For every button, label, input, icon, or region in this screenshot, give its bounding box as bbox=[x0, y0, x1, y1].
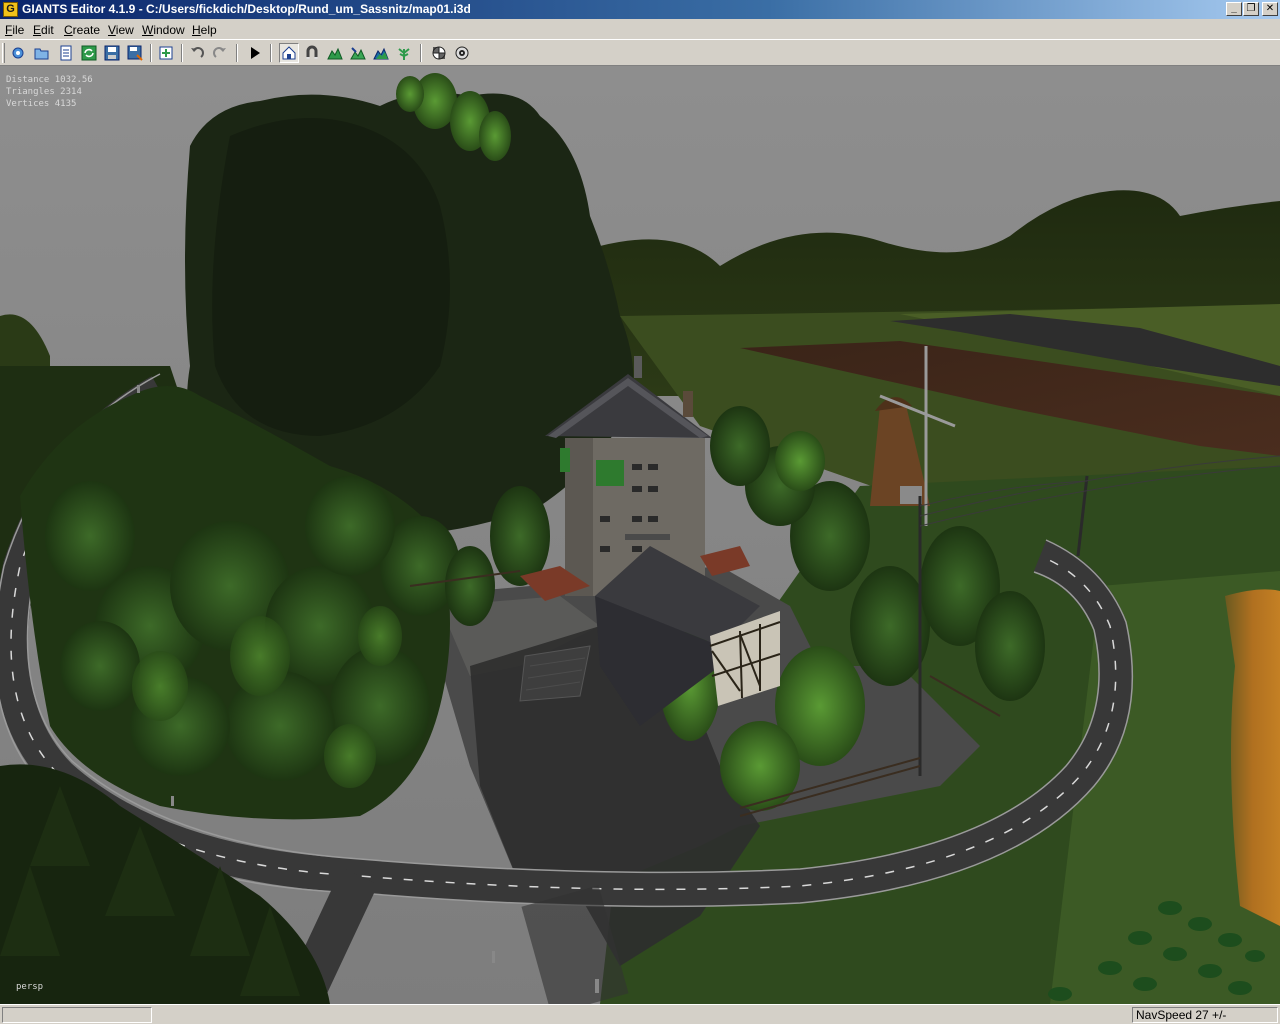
stat-triangles: Triangles 2314 bbox=[6, 87, 82, 97]
restore-button[interactable]: ❐ bbox=[1243, 2, 1259, 16]
menu-edit[interactable]: Edit bbox=[33, 22, 54, 38]
close-button[interactable]: ✕ bbox=[1262, 2, 1278, 16]
play-icon[interactable] bbox=[245, 43, 265, 63]
refresh-icon[interactable] bbox=[79, 43, 99, 63]
toolbar-separator bbox=[236, 44, 238, 62]
toolbar bbox=[0, 39, 1280, 66]
menu-view[interactable]: View bbox=[108, 22, 134, 38]
menu-file[interactable]: File bbox=[5, 22, 24, 38]
title-bar[interactable]: G GIANTS Editor 4.1.9 - C:/Users/fickdic… bbox=[0, 0, 1280, 19]
status-navspeed: NavSpeed 27 +/- bbox=[1132, 1007, 1278, 1023]
redo-icon[interactable] bbox=[210, 43, 230, 63]
select-home-icon[interactable] bbox=[279, 43, 299, 63]
stat-distance: Distance 1032.56 bbox=[6, 75, 93, 85]
menu-create[interactable]: Create bbox=[64, 22, 100, 38]
status-spacer bbox=[152, 1007, 1130, 1023]
menu-help[interactable]: Help bbox=[192, 22, 217, 38]
document-icon[interactable] bbox=[56, 43, 76, 63]
toolbar-grip[interactable] bbox=[2, 43, 5, 63]
stat-vertices: Vertices 4135 bbox=[6, 99, 77, 109]
render-stats: Distance 1032.56 Triangles 2314 Vertices… bbox=[6, 74, 93, 110]
giants-app-icon[interactable]: G bbox=[3, 2, 18, 17]
minimize-button[interactable]: _ bbox=[1226, 2, 1242, 16]
terrain-smooth-icon[interactable] bbox=[371, 43, 391, 63]
terrain-paint-icon[interactable] bbox=[348, 43, 368, 63]
editor-window: G GIANTS Editor 4.1.9 - C:/Users/fickdic… bbox=[0, 0, 1280, 1024]
toolbar-separator bbox=[270, 44, 272, 62]
undo-icon[interactable] bbox=[187, 43, 207, 63]
save-as-icon[interactable] bbox=[125, 43, 145, 63]
status-main bbox=[2, 1007, 152, 1023]
open-icon[interactable] bbox=[32, 43, 52, 63]
menu-bar: File Edit Create View Window Help bbox=[0, 19, 1280, 39]
window-title: GIANTS Editor 4.1.9 - C:/Users/fickdich/… bbox=[22, 2, 471, 16]
new-icon[interactable] bbox=[8, 43, 28, 63]
magnet-icon[interactable] bbox=[302, 43, 322, 63]
foliage-paint-icon[interactable] bbox=[394, 43, 414, 63]
status-bar: NavSpeed 27 +/- bbox=[0, 1004, 1280, 1024]
3d-viewport[interactable]: Distance 1032.56 Triangles 2314 Vertices… bbox=[0, 66, 1280, 1004]
toolbar-separator bbox=[181, 44, 183, 62]
render-icon[interactable] bbox=[452, 43, 472, 63]
save-icon[interactable] bbox=[102, 43, 122, 63]
toolbar-separator bbox=[420, 44, 422, 62]
terrain-sculpt-icon[interactable] bbox=[325, 43, 345, 63]
import-icon[interactable] bbox=[156, 43, 176, 63]
toolbar-separator bbox=[150, 44, 152, 62]
scene-render bbox=[0, 66, 1280, 1004]
checker-icon[interactable] bbox=[429, 43, 449, 63]
camera-label: persp bbox=[16, 982, 44, 992]
menu-window[interactable]: Window bbox=[142, 22, 185, 38]
